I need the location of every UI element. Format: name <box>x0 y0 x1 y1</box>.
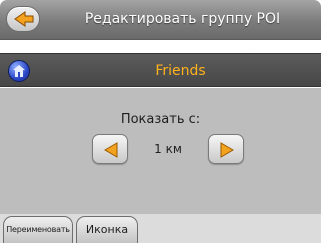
back-button[interactable] <box>6 6 40 32</box>
group-name: Friends <box>155 63 206 79</box>
house-icon <box>13 65 25 77</box>
poi-group-editor-screen: Редактировать группу POI Friends Показат… <box>0 0 321 243</box>
header-bar: Редактировать группу POI <box>0 0 321 40</box>
arrow-left-icon <box>14 11 34 27</box>
range-selector: 1 км <box>92 134 244 164</box>
show-from-label: Показать с: <box>120 112 201 127</box>
decrease-range-button[interactable] <box>92 134 128 164</box>
page-title: Редактировать группу POI <box>84 11 281 27</box>
increase-range-button[interactable] <box>208 134 244 164</box>
triangle-right-icon <box>220 142 234 158</box>
tab-icon[interactable]: Иконка <box>76 216 138 243</box>
triangle-left-icon <box>104 142 118 158</box>
group-icon-button[interactable] <box>8 60 30 82</box>
tab-rename[interactable]: Переименовать <box>3 216 73 243</box>
group-bar: Friends <box>0 53 321 87</box>
range-value: 1 км <box>154 142 182 156</box>
visibility-panel: Показать с: 1 км <box>0 88 321 214</box>
bottom-tabs: Переименовать Иконка <box>0 214 321 243</box>
